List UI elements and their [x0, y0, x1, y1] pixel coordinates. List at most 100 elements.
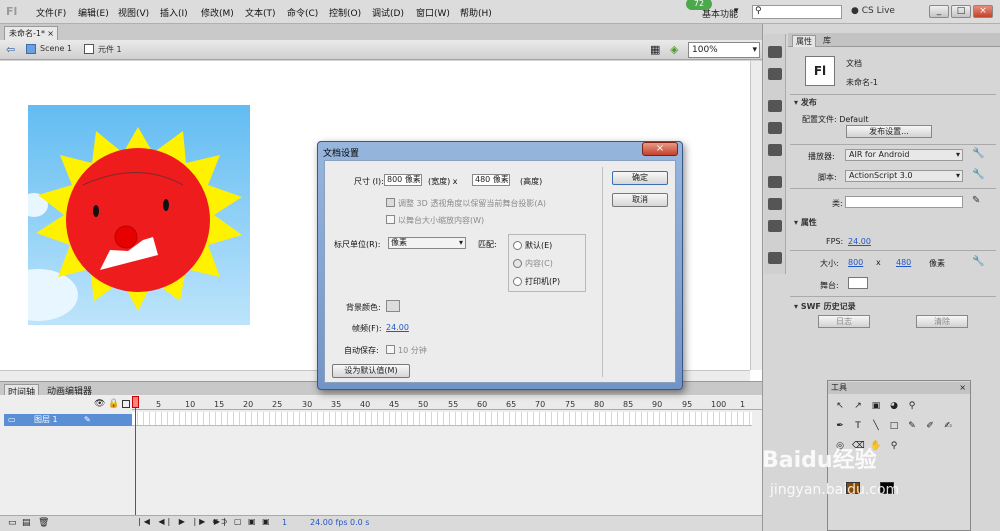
menu-edit[interactable]: 编辑(E)	[78, 6, 109, 19]
ruler-units-label: 标尺单位(R):	[334, 240, 381, 249]
script-select[interactable]: ActionScript 3.0 ▾	[845, 170, 963, 182]
text-tool-icon[interactable]: T	[852, 420, 864, 432]
outline-icon[interactable]	[122, 400, 130, 408]
ok-button[interactable]: 确定	[612, 171, 668, 185]
help-search-input[interactable]: ⚲	[752, 5, 842, 19]
menu-commands[interactable]: 命令(C)	[287, 6, 318, 19]
player-select[interactable]: AIR for Android ▾	[845, 149, 963, 161]
close-icon[interactable]: ×	[959, 382, 966, 394]
close-icon[interactable]: ×	[47, 27, 54, 40]
zoom-select[interactable]: 100% ▾	[688, 42, 760, 58]
wrench-icon[interactable]: 🔧	[972, 169, 984, 180]
new-layer-icon[interactable]: ▭	[8, 518, 17, 528]
align-icon[interactable]	[768, 100, 782, 112]
width-input[interactable]: 800 像素	[384, 174, 422, 186]
zoom-tool-icon[interactable]: ⚲	[888, 440, 900, 452]
pencil-tool-icon[interactable]: ✎	[906, 420, 918, 432]
menu-file[interactable]: 文件(F)	[36, 6, 66, 19]
output-icon[interactable]	[768, 252, 782, 264]
menu-help[interactable]: 帮助(H)	[460, 6, 492, 19]
height-input[interactable]: 480 像素	[472, 174, 510, 186]
components-icon[interactable]	[768, 198, 782, 210]
eye-icon[interactable]: 👁	[94, 399, 105, 409]
code-snippets-icon[interactable]	[768, 176, 782, 188]
swatches-icon[interactable]	[768, 68, 782, 80]
wrench-icon[interactable]: 🔧	[972, 256, 984, 267]
ruler-units-select[interactable]: 像素 ▾	[388, 237, 466, 249]
onion-skin-controls[interactable]: ⊂⊃ ▢ ▣ ▣	[212, 517, 272, 526]
brush-tool-icon[interactable]: ✐	[924, 420, 936, 432]
minimize-button[interactable]: _	[929, 5, 949, 18]
edit-class-icon[interactable]: ✎	[972, 195, 980, 206]
tab-properties[interactable]: 属性	[792, 35, 816, 47]
rectangle-tool-icon[interactable]: □	[888, 420, 900, 432]
bg-color-swatch[interactable]	[386, 300, 400, 312]
line-tool-icon[interactable]: ╲	[870, 420, 882, 432]
ruler-tick: 70	[535, 400, 546, 409]
free-transform-tool-icon[interactable]: ▣	[870, 400, 882, 412]
dialog-title: 文档设置	[323, 149, 360, 159]
frame-track[interactable]	[132, 412, 752, 426]
fps-value[interactable]: 24.00	[848, 237, 871, 246]
pen-tool-icon[interactable]: ✒	[834, 420, 846, 432]
class-input[interactable]	[845, 196, 963, 208]
match-default-label: 默认(E)	[525, 241, 553, 250]
lock-icon[interactable]: 🔒	[108, 399, 119, 409]
log-button[interactable]: 日志	[818, 315, 870, 328]
menu-window[interactable]: 窗口(W)	[416, 6, 450, 19]
section-swf-history[interactable]: ▾ SWF 历史记录	[794, 301, 856, 312]
transform-icon[interactable]	[768, 144, 782, 156]
ruler-tick: 1	[740, 400, 746, 409]
scene-label[interactable]: Scene 1	[40, 44, 72, 53]
selection-tool-icon[interactable]: ↖	[834, 400, 846, 412]
match-contents-radio[interactable]	[513, 259, 522, 268]
height-value[interactable]: 480	[896, 258, 911, 267]
menu-control[interactable]: 控制(O)	[329, 6, 361, 19]
edit-symbol-icon[interactable]: ◈	[670, 43, 678, 56]
cs-live-button[interactable]: ● CS Live	[851, 6, 895, 16]
edit-scene-icon[interactable]: ▦	[650, 43, 660, 56]
section-properties[interactable]: ▾ 属性	[794, 217, 817, 228]
adjust-3d-checkbox[interactable]	[386, 198, 395, 207]
stage-color-swatch[interactable]	[848, 277, 868, 289]
stage-canvas[interactable]	[28, 105, 250, 325]
section-publish[interactable]: ▾ 发布	[794, 97, 817, 108]
menu-text[interactable]: 文本(T)	[245, 6, 276, 19]
menu-insert[interactable]: 插入(I)	[160, 6, 188, 19]
document-tab[interactable]: 未命名-1* ×	[4, 26, 58, 40]
layer-row[interactable]: ▭ 图层 1 ✎	[4, 414, 132, 426]
menu-debug[interactable]: 调试(D)	[372, 6, 404, 19]
wrench-icon[interactable]: 🔧	[972, 148, 984, 159]
color-icon[interactable]	[768, 46, 782, 58]
match-printer-radio[interactable]	[513, 277, 522, 286]
delete-layer-icon[interactable]: 🗑	[38, 518, 49, 528]
dialog-close-button[interactable]: ×	[642, 142, 678, 156]
scale-content-checkbox[interactable]	[386, 215, 395, 224]
clear-button[interactable]: 清除	[916, 315, 968, 328]
symbol-label[interactable]: 元件 1	[98, 44, 122, 55]
back-arrow-icon[interactable]: ⇦	[6, 43, 15, 56]
autosave-checkbox[interactable]	[386, 345, 395, 354]
frame-rate-value[interactable]: 24.00	[386, 323, 409, 332]
3d-rotation-tool-icon[interactable]: ◕	[888, 400, 900, 412]
tools-header[interactable]: 工具 ×	[828, 382, 970, 394]
playhead-handle[interactable]	[132, 396, 139, 408]
motion-presets-icon[interactable]	[768, 220, 782, 232]
maximize-button[interactable]: □	[951, 5, 971, 18]
close-window-button[interactable]: ×	[973, 5, 993, 18]
cancel-button[interactable]: 取消	[612, 193, 668, 207]
stage-vertical-scrollbar[interactable]	[750, 61, 762, 370]
deco-tool-icon[interactable]: ✍	[942, 420, 954, 432]
menu-modify[interactable]: 修改(M)	[201, 6, 234, 19]
tab-library[interactable]: 库	[820, 35, 834, 46]
set-default-button[interactable]: 设为默认值(M)	[332, 364, 410, 378]
info-icon[interactable]	[768, 122, 782, 134]
match-default-radio[interactable]	[513, 241, 522, 250]
subselection-tool-icon[interactable]: ↗	[852, 400, 864, 412]
width-value[interactable]: 800	[848, 258, 863, 267]
publish-settings-button[interactable]: 发布设置...	[846, 125, 932, 138]
new-folder-icon[interactable]: ▤	[22, 518, 31, 528]
lasso-tool-icon[interactable]: ⚲	[906, 400, 918, 412]
frame-ruler[interactable]	[132, 396, 762, 410]
menu-view[interactable]: 视图(V)	[118, 6, 149, 19]
